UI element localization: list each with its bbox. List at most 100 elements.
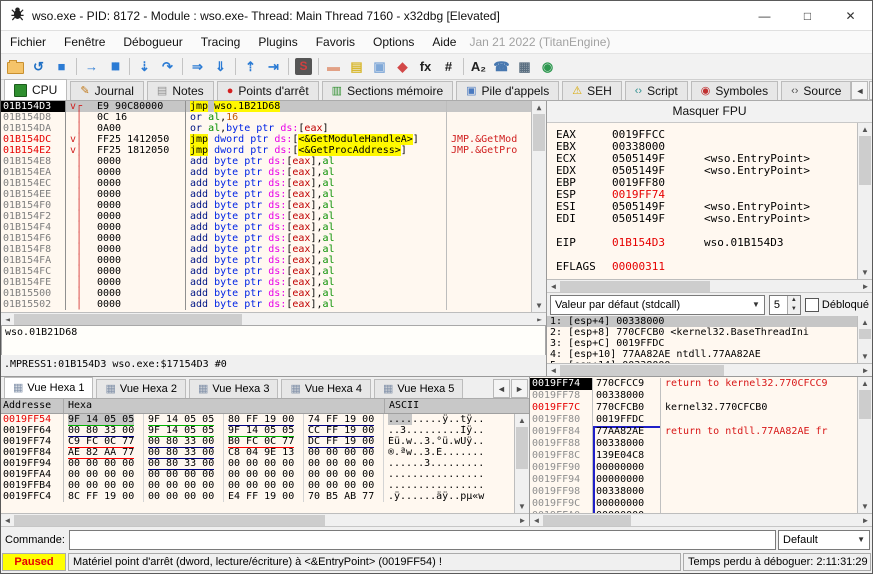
hex-vertical-scrollbar[interactable]: ▲▼ <box>514 414 529 513</box>
scroll-down-icon[interactable]: ▼ <box>858 266 872 279</box>
scroll-up-icon[interactable]: ▲ <box>515 414 529 427</box>
menu-favoris[interactable]: Favoris <box>307 31 364 53</box>
stack-row[interactable]: 0019FF9800338000 <box>530 486 858 498</box>
scylla-icon[interactable]: S <box>292 56 315 77</box>
hex-tab-scroll-left-button[interactable]: ◄ <box>493 379 510 398</box>
animate-over-icon[interactable]: ⇓ <box>209 56 232 77</box>
disasm-row[interactable]: 01B154F6 │0000add byte ptr ds:[eax],al <box>1 233 532 244</box>
disasm-row[interactable]: 01B154E8 │0000add byte ptr ds:[eax],al <box>1 156 532 167</box>
scroll-thumb[interactable] <box>516 427 528 469</box>
disasm-row[interactable]: 01B154DA │0A00or al,byte ptr ds:[eax] <box>1 123 532 134</box>
scroll-thumb[interactable] <box>859 329 871 339</box>
register-row-eax[interactable]: EAX0019FFCC <box>547 129 858 141</box>
menu-fichier[interactable]: Fichier <box>1 31 55 53</box>
tab-vue-hexa-2[interactable]: ▦Vue Hexa 2 <box>96 379 185 398</box>
disasm-row[interactable]: 01B15500 │0000add byte ptr ds:[eax],al <box>1 288 532 299</box>
disasm-row[interactable]: 01B154D3v┌E9 90C80000jmp wso.1B21D68 <box>1 101 532 112</box>
stack-row[interactable]: 0019FF8C139E04C8 <box>530 450 858 462</box>
menu-aide[interactable]: Aide <box>423 31 465 53</box>
maximize-button[interactable]: □ <box>786 1 829 30</box>
scroll-up-icon[interactable]: ▲ <box>858 377 872 390</box>
open-file-icon[interactable] <box>4 56 27 77</box>
disasm-row[interactable]: 01B154F2 │0000add byte ptr ds:[eax],al <box>1 211 532 222</box>
menu-options[interactable]: Options <box>364 31 423 53</box>
step-into-icon[interactable]: ⇣ <box>133 56 156 77</box>
disasm-row[interactable]: 01B154FA │0000add byte ptr ds:[eax],al <box>1 255 532 266</box>
registers-vertical-scrollbar[interactable]: ▲▼ <box>857 123 872 279</box>
run-to-user-code-icon[interactable]: ⇥ <box>262 56 285 77</box>
stack-vertical-scrollbar[interactable]: ▲▼ <box>857 377 872 513</box>
calling-convention-select[interactable]: Valeur par défaut (stdcall) ▼ <box>550 295 765 315</box>
registers-horizontal-scrollbar[interactable]: ◄► <box>547 279 872 293</box>
argument-row[interactable]: 4: [esp+10] 77AA82AE ntdll.77AA82AE <box>547 349 858 360</box>
tab-vue-hexa-5[interactable]: ▦Vue Hexa 5 <box>374 379 463 398</box>
menu-debogueur[interactable]: Débogueur <box>114 31 191 53</box>
argument-row[interactable]: 1: [esp+4] 00338000 <box>547 316 858 327</box>
scroll-thumb[interactable] <box>560 365 724 376</box>
register-row-ebp[interactable]: EBP0019FF80 <box>547 177 858 189</box>
tab-points-d-arret[interactable]: ●Points d'arrêt <box>217 81 319 100</box>
disasm-row[interactable]: 01B154D8 │0C 16or al,16 <box>1 112 532 123</box>
scroll-thumb[interactable] <box>533 114 545 151</box>
register-row-esi[interactable]: ESI0505149F<wso.EntryPoint> <box>547 201 858 213</box>
execute-till-return-icon[interactable]: ⇡ <box>239 56 262 77</box>
tab-pile-d-appels[interactable]: ▣Pile d'appels <box>456 81 559 100</box>
unlocked-checkbox[interactable]: Débloqué <box>805 298 869 312</box>
disasm-vertical-scrollbar[interactable]: ▲▼ <box>531 101 546 312</box>
comments-icon[interactable]: ▤ <box>345 56 368 77</box>
command-input[interactable] <box>69 530 776 550</box>
disasm-horizontal-scrollbar[interactable]: ◄► <box>1 312 546 326</box>
tab-sections-memoire[interactable]: ▥Sections mémoire <box>322 81 453 100</box>
hex-row[interactable]: 0019FF84AE 82 AA 7700 80 33 00C8 04 9E 1… <box>1 447 514 458</box>
tab-journal[interactable]: ✎Journal <box>70 81 144 100</box>
animate-into-icon[interactable]: ⇒ <box>186 56 209 77</box>
hex-horizontal-scrollbar[interactable]: ◄► <box>1 513 529 527</box>
arguments-vertical-scrollbar[interactable]: ▲▼ <box>857 316 872 363</box>
tab-scroll-left-button[interactable]: ◄ <box>851 81 868 100</box>
disasm-row[interactable]: 01B154F0 │0000add byte ptr ds:[eax],al <box>1 200 532 211</box>
tab-vue-hexa-1[interactable]: ▦Vue Hexa 1 <box>4 377 93 398</box>
hex-row[interactable]: 0019FF74C9 FC 0C 7700 80 33 00B0 FC 0C 7… <box>1 436 514 447</box>
spinner-buttons[interactable]: ▲▼ <box>787 296 800 314</box>
register-row-edi[interactable]: EDI0505149F<wso.EntryPoint> <box>547 213 858 225</box>
argument-row[interactable]: 3: [esp+C] 0019FFDC <box>547 338 858 349</box>
disasm-row[interactable]: 01B15502 │0000add byte ptr ds:[eax],al <box>1 299 532 310</box>
menu-plugins[interactable]: Plugins <box>249 31 306 53</box>
stop-icon[interactable]: ■ <box>50 56 73 77</box>
stack-row[interactable]: 0019FF74770CFCC9return to kernel32.770CF… <box>530 378 858 390</box>
hex-tab-scroll-right-button[interactable]: ► <box>511 379 528 398</box>
stack-row[interactable]: 0019FF9400000000 <box>530 474 858 486</box>
hide-fpu-button[interactable]: Masquer FPU <box>547 101 872 123</box>
scroll-thumb[interactable] <box>560 281 710 292</box>
hex-row[interactable]: 0019FFB400 00 00 0000 00 00 0000 00 00 0… <box>1 480 514 491</box>
stack-row[interactable]: 0019FF7800338000 <box>530 390 858 402</box>
minimize-button[interactable]: — <box>743 1 786 30</box>
bookmarks-icon[interactable]: ◆ <box>391 56 414 77</box>
arguments-horizontal-scrollbar[interactable]: ◄► <box>547 363 872 377</box>
hex-row[interactable]: 0019FF549F 14 05 059F 14 05 0580 FF 19 0… <box>1 414 514 425</box>
pause-icon[interactable]: ▮▮ <box>103 56 126 77</box>
tab-symboles[interactable]: ◉Symboles <box>691 81 778 100</box>
register-row-eflags[interactable]: EFLAGS00000311 <box>547 261 858 273</box>
scroll-up-icon[interactable]: ▲ <box>532 101 546 114</box>
menu-fenetre[interactable]: Fenêtre <box>55 31 114 53</box>
menu-tracing[interactable]: Tracing <box>192 31 250 53</box>
scroll-up-icon[interactable]: ▲ <box>858 123 872 136</box>
disasm-row[interactable]: 01B154DCv│FF25 1412050jmp dword ptr ds:[… <box>1 134 532 145</box>
stack-row[interactable]: 0019FF7C770CFCB0kernel32.770CFCB0 <box>530 402 858 414</box>
tab-vue-hexa-4[interactable]: ▦Vue Hexa 4 <box>281 379 370 398</box>
tab-source[interactable]: ‹›Source <box>781 81 851 100</box>
disasm-row[interactable]: 01B154F4 │0000add byte ptr ds:[eax],al <box>1 222 532 233</box>
disasm-row[interactable]: 01B154EC │0000add byte ptr ds:[eax],al <box>1 178 532 189</box>
disasm-row[interactable]: 01B154FE │0000add byte ptr ds:[eax],al <box>1 277 532 288</box>
labels-icon[interactable]: ▣ <box>368 56 391 77</box>
scroll-up-icon[interactable]: ▲ <box>858 316 872 329</box>
stack-horizontal-scrollbar[interactable]: ◄► <box>530 513 872 527</box>
argument-count-spinner[interactable]: 5 ▲▼ <box>769 295 801 315</box>
disasm-row[interactable]: 01B154EA │0000add byte ptr ds:[eax],al <box>1 167 532 178</box>
disasm-row[interactable]: 01B154FC │0000add byte ptr ds:[eax],al <box>1 266 532 277</box>
hex-row[interactable]: 0019FF9400 00 00 0000 80 33 0000 00 00 0… <box>1 458 514 469</box>
patches-icon[interactable]: ▬ <box>322 56 345 77</box>
scroll-down-icon[interactable]: ▼ <box>858 500 872 513</box>
scroll-down-icon[interactable]: ▼ <box>532 299 546 312</box>
